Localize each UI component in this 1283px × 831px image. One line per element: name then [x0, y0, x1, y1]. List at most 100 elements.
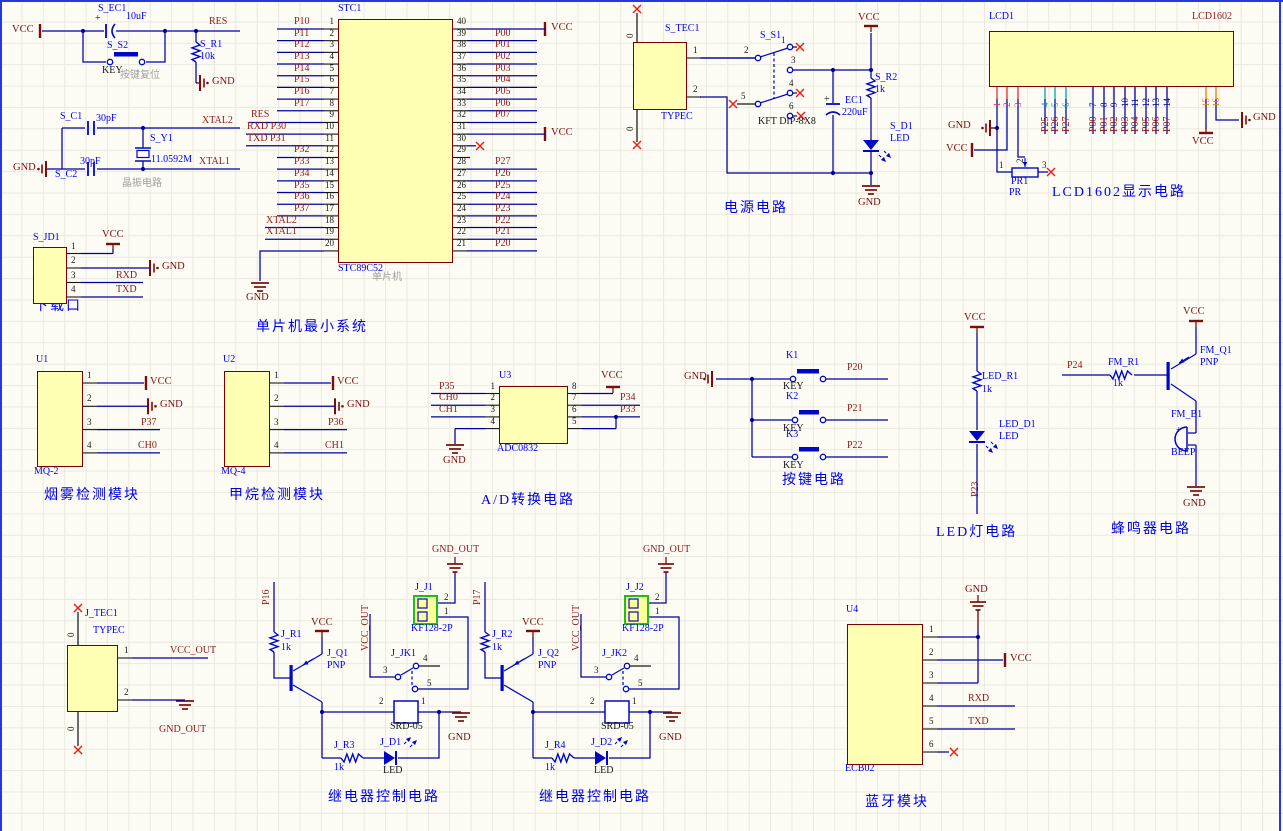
circuit-title: 按键电路 [782, 473, 846, 488]
lcd1602[interactable] [989, 31, 1234, 87]
ic-pin-number: 16 [1211, 98, 1221, 107]
ic-pin-number: 4 [71, 284, 76, 294]
power-label: VCC [12, 24, 34, 35]
comment-label: 单片机 [372, 272, 402, 283]
arrow-head [992, 443, 998, 449]
power-label: GND [443, 455, 466, 466]
mq4-methane-sensor[interactable] [224, 371, 270, 467]
net-label: P14 [294, 62, 310, 74]
designator-label: J_J1 [415, 582, 433, 593]
junction-dot [749, 417, 755, 423]
power-label: VCC [1183, 306, 1205, 317]
ic-pin-number: 13 [1151, 98, 1161, 107]
net-label: P27 [1061, 116, 1072, 132]
ic-pin-number: 1 [329, 16, 335, 26]
power-label: VCC [858, 12, 880, 23]
mcu-stc89c52[interactable] [338, 19, 453, 263]
pin-number: 1 [781, 35, 786, 45]
switch-contact [138, 58, 146, 66]
ic-pin-number: 3 [329, 39, 335, 50]
power-label: VCC [150, 376, 172, 387]
wire [484, 652, 502, 679]
relay-coil-symbol [604, 700, 630, 724]
ic-pin-number: 39 [457, 27, 466, 38]
net-label: P04 [495, 74, 511, 86]
typec-out-jtec1[interactable] [67, 645, 118, 712]
ic-pin-number: 14 [1162, 98, 1172, 107]
wire [503, 684, 534, 703]
net-label: P11 [294, 27, 310, 39]
net-label: P17 [294, 97, 310, 109]
switch-contact [412, 662, 420, 670]
switch-contact [786, 89, 794, 97]
circuit-title: 电源电路 [724, 201, 788, 216]
gnd-power-symbol [156, 266, 159, 270]
designator-label: S_D1 [890, 121, 913, 132]
wire [82, 31, 106, 63]
pin-number: 3 [594, 665, 599, 675]
net-label: P22 [847, 440, 863, 451]
wire [146, 31, 166, 63]
switch-contact [819, 375, 827, 383]
designator-label: KF128-2P [411, 623, 453, 634]
ic-pin-number: 17 [325, 202, 334, 213]
ic-pin-number: 4 [929, 693, 934, 703]
net-label: P02 [1109, 116, 1120, 132]
typec-power-stec1[interactable] [633, 42, 687, 110]
net-label: VCC_OUT [360, 604, 371, 651]
switch-contact [394, 673, 402, 681]
arrow-head [411, 740, 417, 746]
circuit-title: 继电器控制电路 [328, 790, 440, 805]
pin-number: 5 [427, 678, 432, 688]
ic-pin-number: 27 [457, 167, 466, 178]
text-label: + [1176, 425, 1182, 436]
net-label: TXD P31 [247, 132, 286, 144]
mq2-smoke-sensor[interactable] [37, 371, 83, 467]
resistor-symbol [478, 631, 492, 653]
net-label: P02 [495, 51, 511, 63]
ic-pin-number: 2 [329, 27, 335, 38]
circuit-title: 烟雾检测模块 [44, 488, 140, 503]
comment-label: 按键复位 [120, 70, 160, 81]
adc0832[interactable] [499, 386, 568, 444]
power-label: VCC [311, 617, 333, 628]
transistor-base-bar [1166, 362, 1170, 390]
designator-label: 10k [200, 51, 215, 62]
text-label: LED [594, 765, 614, 776]
pin-number: 0 [625, 126, 635, 132]
switch-contact [786, 43, 794, 51]
net-label: RXD [968, 693, 990, 704]
ic-pin-number: 4 [87, 439, 92, 450]
ic-pin-number: 1 [929, 624, 934, 634]
pin-number: 4 [789, 78, 794, 88]
designator-label: LED_D1 [999, 419, 1036, 430]
led-diode-symbol [863, 140, 879, 150]
arrow-head [616, 737, 622, 743]
power-label: VCC [1010, 653, 1032, 664]
gnd-power-symbol [154, 405, 157, 408]
switch-contact [623, 662, 631, 670]
component-designator: STC1 [338, 3, 362, 14]
net-label: P22 [495, 214, 511, 226]
wire [273, 652, 291, 679]
pin-number: 1 [421, 696, 426, 706]
ic-pin-number: 6 [929, 739, 934, 749]
designator-label: EC1 [845, 95, 863, 106]
download-header-sjd1[interactable] [33, 247, 67, 304]
bluetooth-ecb02[interactable] [847, 624, 923, 765]
pin-number: 0 [625, 33, 635, 39]
net-label: GND_OUT [159, 724, 207, 735]
switch-button [799, 410, 819, 415]
designator-label: LED_R1 [982, 371, 1019, 382]
junction-dot [830, 170, 836, 176]
designator-label: J_R4 [545, 740, 566, 751]
junction-dot [647, 709, 653, 715]
net-label: P03 [495, 62, 511, 74]
switch-contact [791, 416, 799, 424]
ic-pin-number: 12 [325, 144, 334, 155]
designator-label: S_R1 [200, 39, 223, 50]
ic-pin-number: 3 [71, 269, 76, 280]
pin-number: 4 [423, 653, 428, 663]
circuit-title: 甲烷检测模块 [229, 488, 325, 503]
component-designator: S_JD1 [33, 232, 60, 243]
